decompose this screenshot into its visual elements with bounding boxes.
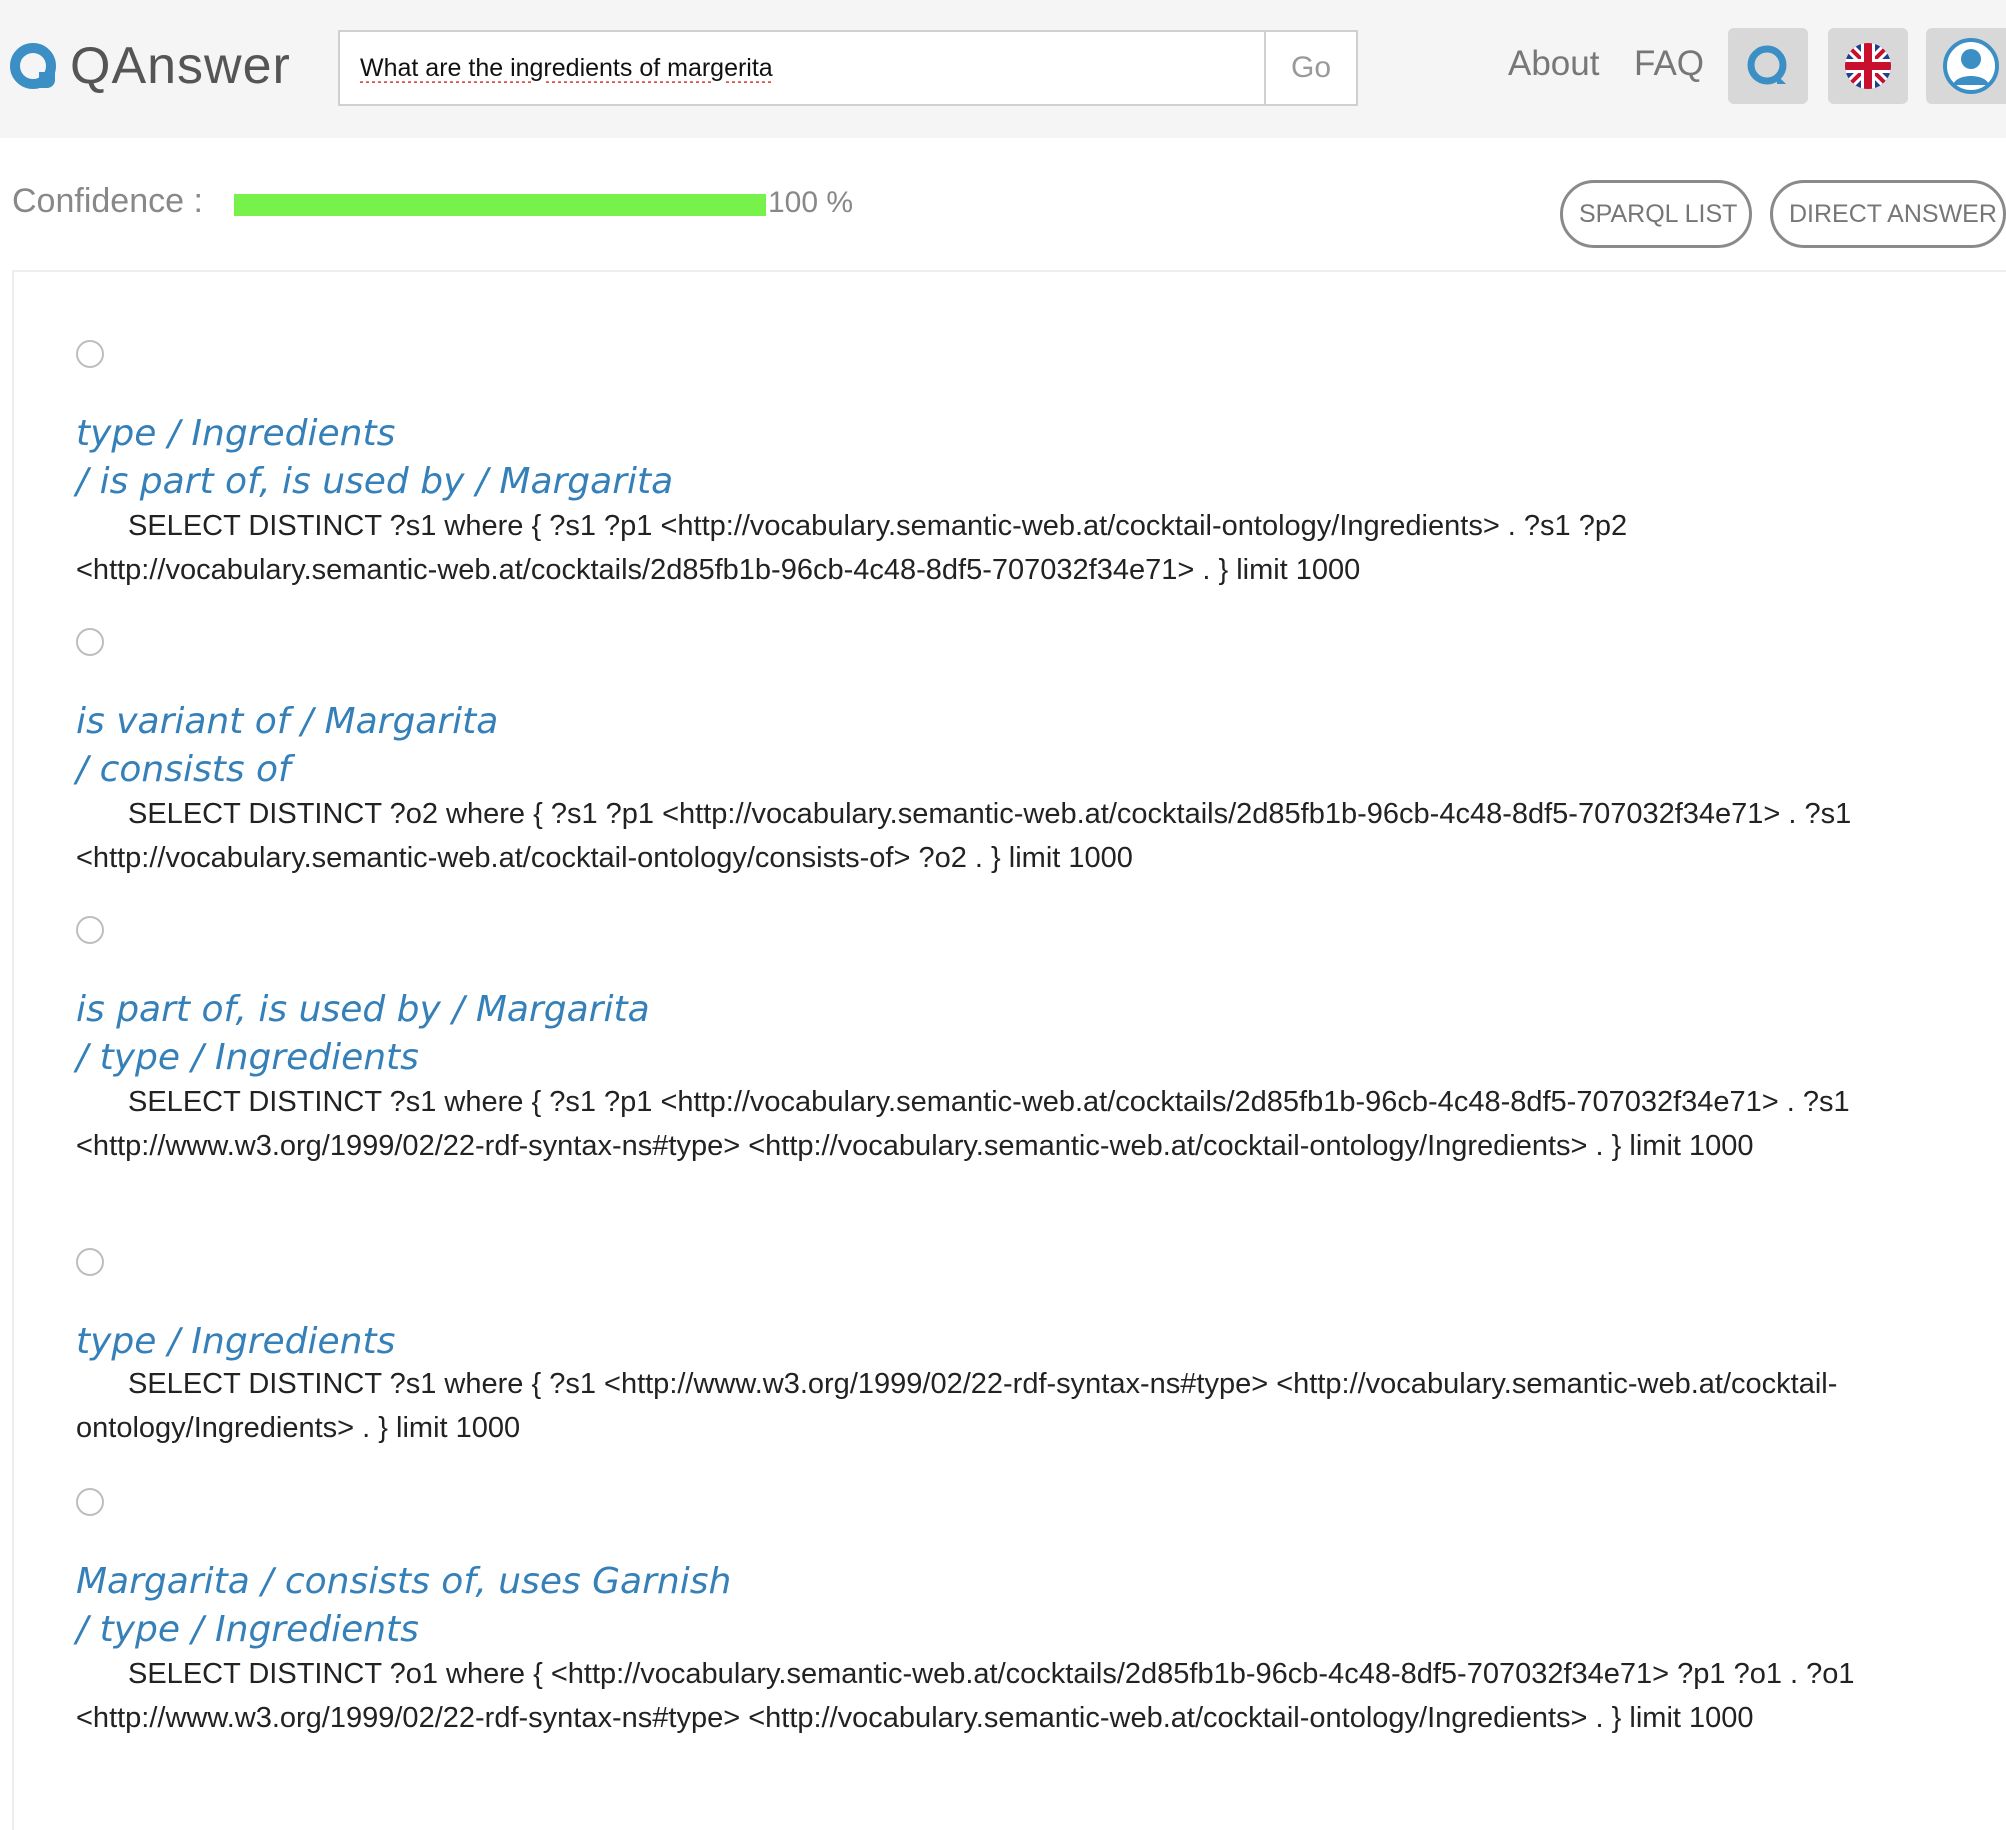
confidence-percent: 100 % <box>768 186 854 219</box>
result-query: SELECT DISTINCT ?o2 where { ?s1 ?p1 <htt… <box>76 798 1852 874</box>
result-query: SELECT DISTINCT ?s1 where { ?s1 ?p1 <htt… <box>76 1086 1850 1162</box>
result-query: SELECT DISTINCT ?o1 where { <http://voca… <box>76 1658 1855 1734</box>
go-button[interactable]: Go <box>1264 32 1356 104</box>
uk-flag-icon <box>1845 43 1891 89</box>
search-input[interactable] <box>340 32 1264 104</box>
user-button[interactable] <box>1926 28 2006 104</box>
qanswer-logo-icon <box>1747 45 1787 85</box>
language-button[interactable] <box>1828 28 1908 104</box>
result-radio[interactable] <box>76 1488 104 1516</box>
result-title: is part of, is used by / Margarita / typ… <box>76 989 650 1078</box>
result-radio[interactable] <box>76 1248 104 1276</box>
result-radio[interactable] <box>76 628 104 656</box>
confidence-bar <box>234 194 766 216</box>
sparql-results-panel: type / Ingredients / is part of, is used… <box>12 270 2006 1830</box>
sparql-list-button[interactable]: SPARQL LIST <box>1560 180 1752 248</box>
result-query: SELECT DISTINCT ?s1 where { ?s1 ?p1 <htt… <box>76 510 1628 586</box>
confidence-bar-fill <box>234 194 766 216</box>
qanswer-logo[interactable]: QAnswer <box>10 30 291 102</box>
user-avatar-icon <box>1943 38 1999 94</box>
qanswer-logo-icon <box>10 43 56 89</box>
result-query: SELECT DISTINCT ?s1 where { ?s1 <http://… <box>76 1368 1838 1444</box>
search-bar: Go <box>338 30 1358 106</box>
result-radio[interactable] <box>76 916 104 944</box>
qanswer-button[interactable] <box>1728 28 1808 104</box>
result-title: Margarita / consists of, uses Garnish / … <box>76 1561 732 1650</box>
nav-about-link[interactable]: About <box>1508 44 1599 84</box>
result-radio[interactable] <box>76 340 104 368</box>
top-bar: QAnswer Go About FAQ <box>0 0 2006 138</box>
result-title: type / Ingredients <box>76 1321 396 1362</box>
confidence-label: Confidence : <box>12 182 203 220</box>
logo-text: QAnswer <box>70 37 291 95</box>
result-title: type / Ingredients / is part of, is used… <box>76 413 674 502</box>
direct-answer-button[interactable]: DIRECT ANSWER <box>1770 180 2006 248</box>
nav-faq-link[interactable]: FAQ <box>1634 44 1704 84</box>
result-title: is variant of / Margarita / consists of <box>76 701 499 790</box>
